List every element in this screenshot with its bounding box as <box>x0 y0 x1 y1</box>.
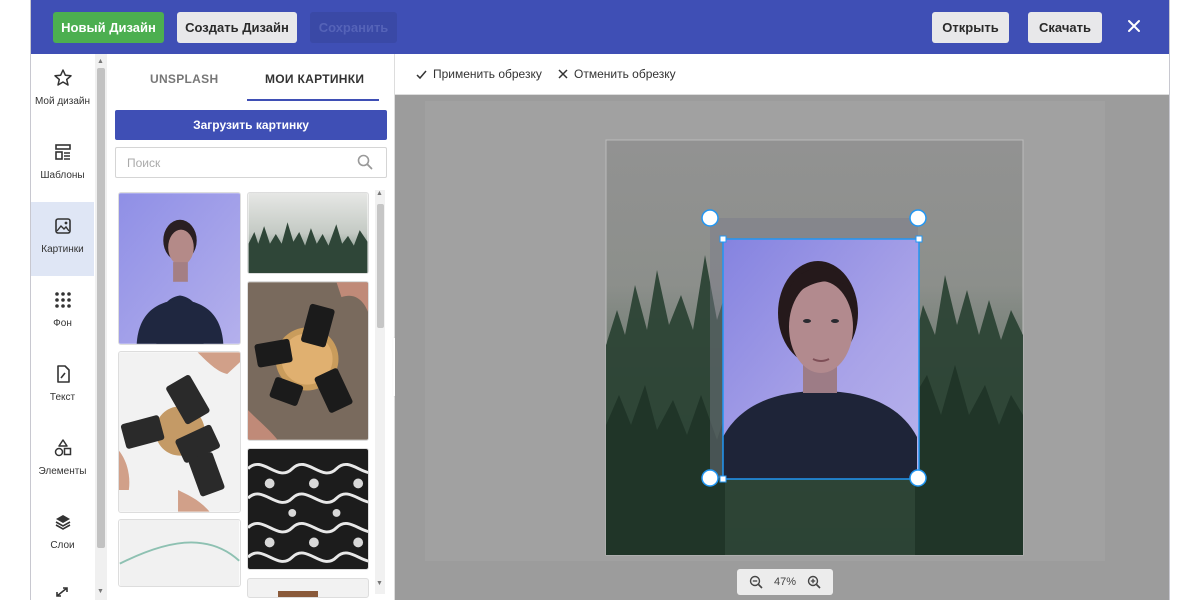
rail-label: Мой дизайн <box>34 96 91 107</box>
image-thumbnail-phones-white[interactable] <box>118 351 241 513</box>
panel-scrollbar-thumb[interactable] <box>377 204 384 328</box>
rail-item-images[interactable]: Картинки <box>31 202 94 276</box>
new-design-button[interactable]: Новый Дизайн <box>53 12 164 43</box>
image-thumbnail-pattern[interactable] <box>247 448 369 570</box>
open-button[interactable]: Открыть <box>932 12 1009 43</box>
image-thumbnail-curve[interactable] <box>118 519 241 587</box>
top-toolbar: Новый Дизайн Создать Дизайн Сохранить От… <box>31 0 1169 54</box>
star-icon <box>53 69 72 86</box>
rail-item-elements[interactable]: Элементы <box>31 424 94 498</box>
dots-grid-icon <box>54 292 71 308</box>
canvas-workspace[interactable]: 47% <box>395 95 1170 600</box>
rail-label: Картинки <box>41 244 84 255</box>
templates-icon <box>54 144 71 160</box>
create-design-button[interactable]: Создать Дизайн <box>177 12 297 43</box>
image-thumbnail-partial[interactable] <box>247 578 369 598</box>
layers-icon <box>55 515 70 530</box>
rail-label: Слои <box>50 540 75 551</box>
crop-toolbar: Применить обрезку Отменить обрезку <box>395 54 1169 95</box>
cancel-crop-label: Отменить обрезку <box>574 67 676 81</box>
image-thumbnail-partial-content <box>278 591 318 597</box>
cancel-crop-button[interactable]: Отменить обрезку <box>557 67 676 81</box>
scroll-down-arrow-icon[interactable]: ▼ <box>376 580 383 587</box>
rail-item-templates[interactable]: Шаблоны <box>31 128 94 202</box>
image-thumbnail-forest[interactable] <box>247 192 369 274</box>
design-canvas[interactable] <box>395 95 1170 565</box>
rail-label: Текст <box>49 392 76 403</box>
app-window: Новый Дизайн Создать Дизайн Сохранить От… <box>30 0 1170 600</box>
scroll-up-arrow-icon[interactable]: ▲ <box>376 190 383 197</box>
rail-label: Шаблоны <box>40 170 85 181</box>
text-file-icon <box>56 365 70 383</box>
rail-item-my-design[interactable]: Мой дизайн <box>31 54 94 128</box>
active-tab-indicator <box>247 99 379 101</box>
tab-my-images[interactable]: МОИ КАРТИНКИ <box>265 72 364 86</box>
search-icon[interactable] <box>357 154 373 170</box>
close-icon <box>558 69 568 79</box>
close-icon[interactable] <box>1123 15 1145 37</box>
tab-unsplash[interactable]: UNSPLASH <box>150 72 218 86</box>
check-icon <box>416 70 427 79</box>
image-icon <box>54 218 71 234</box>
download-button[interactable]: Скачать <box>1028 12 1102 43</box>
image-thumbnail-portrait[interactable] <box>118 192 241 345</box>
zoom-in-icon[interactable] <box>807 575 821 589</box>
rail-item-background[interactable]: Фон <box>31 276 94 350</box>
save-button[interactable]: Сохранить <box>310 12 397 43</box>
image-thumbnail-pizza-phones[interactable] <box>247 281 369 441</box>
scroll-down-arrow-icon[interactable]: ▼ <box>97 588 104 595</box>
rail-item-layers[interactable]: Слои <box>31 498 94 572</box>
rail-label: Элементы <box>38 466 87 477</box>
zoom-control: 47% <box>737 569 833 595</box>
apply-crop-button[interactable]: Применить обрезку <box>415 67 542 81</box>
rail-label: Фон <box>53 318 72 329</box>
rail-scrollbar-thumb[interactable] <box>97 68 105 548</box>
scroll-up-arrow-icon[interactable]: ▲ <box>97 58 104 65</box>
images-panel: UNSPLASH МОИ КАРТИНКИ Загрузить картинку <box>107 54 395 600</box>
zoom-out-icon[interactable] <box>749 575 763 589</box>
shapes-icon <box>54 439 71 457</box>
search-input[interactable] <box>115 147 387 178</box>
apply-crop-label: Применить обрезку <box>433 67 542 81</box>
zoom-level: 47% <box>773 576 796 588</box>
rail-item-text[interactable]: Текст <box>31 350 94 424</box>
upload-image-button[interactable]: Загрузить картинку <box>115 110 387 140</box>
left-rail: Мой дизайн Шаблоны Картинки Фон Текст Эл… <box>31 54 95 600</box>
expand-icon[interactable] <box>53 586 71 600</box>
